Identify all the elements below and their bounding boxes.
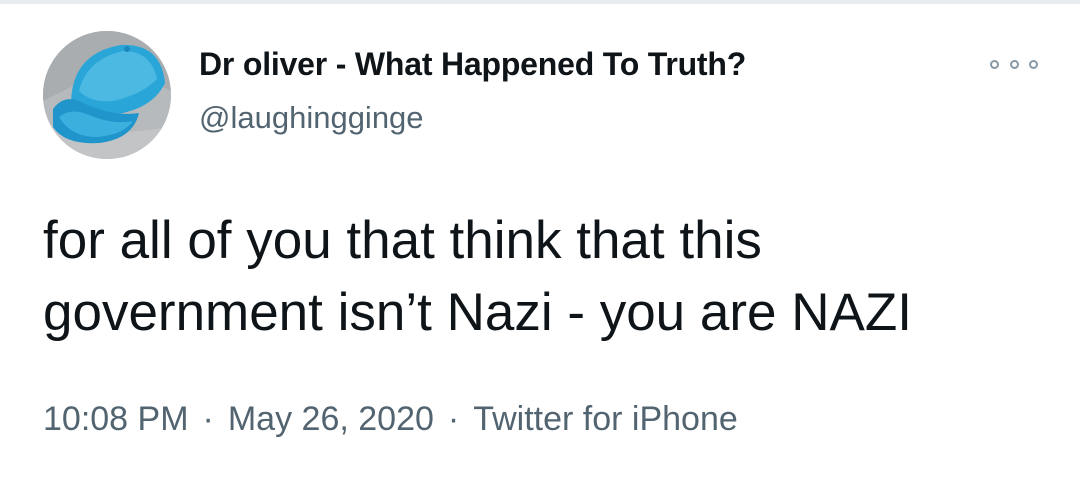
avatar[interactable] [43,31,171,159]
tweet-metadata: 10:08 PM · May 26, 2020 · Twitter for iPhone [43,400,738,439]
display-name[interactable]: Dr oliver - What Happened To Truth? [199,46,746,83]
meta-separator: · [447,400,460,438]
user-handle[interactable]: @laughingginge [199,100,424,136]
tweet-time[interactable]: 10:08 PM [43,400,189,438]
more-options-icon [990,59,999,69]
meta-separator: · [202,400,214,438]
top-divider [0,0,1080,4]
tweet-date[interactable]: May 26, 2020 [228,400,434,438]
more-options-icon [1029,59,1038,69]
tweet-text: for all of you that think that this gove… [43,211,912,342]
more-options-icon [1009,59,1019,69]
more-options-button[interactable] [990,52,1038,76]
blue-cap-avatar-icon [43,31,171,159]
tweet-source-link[interactable]: Twitter for iPhone [473,400,738,438]
